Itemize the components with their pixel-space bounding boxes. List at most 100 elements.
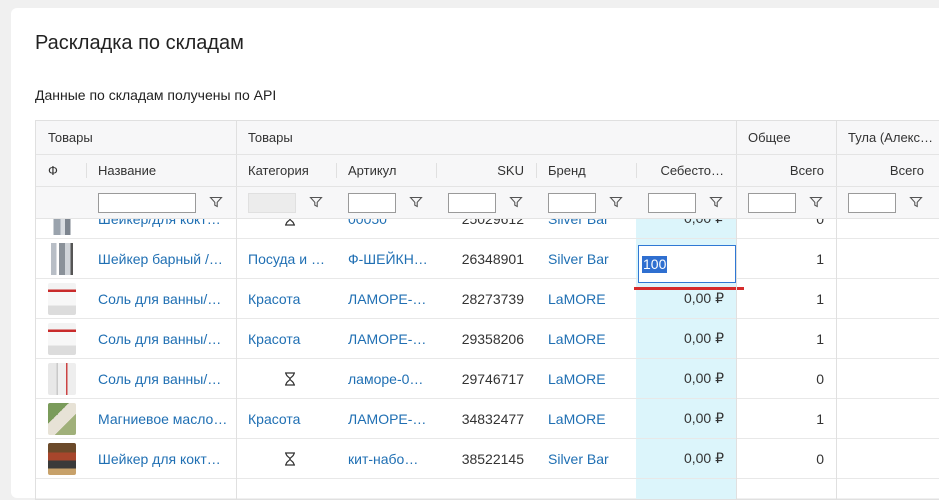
hourglass-icon [285, 371, 295, 386]
brand-filter-input[interactable] [548, 193, 596, 213]
total-filter-icon[interactable] [809, 195, 823, 209]
cost-value[interactable]: 0,00 ₽ [636, 439, 724, 478]
brand-link[interactable]: Silver Bar [548, 239, 632, 278]
page-title: Раскладка по складам [35, 32, 244, 54]
product-thumbnail-oil[interactable] [48, 403, 76, 435]
tula-filter-input[interactable] [848, 193, 896, 213]
brand-link[interactable]: LaMORE [548, 399, 632, 438]
product-thumbnail-shaker[interactable] [48, 219, 76, 235]
hourglass-icon [285, 219, 295, 226]
table-row[interactable]: Соль для ванны/… Красота ЛАМОРЕ-… 293582… [36, 319, 939, 359]
product-thumbnail-shaker-set[interactable] [48, 243, 76, 275]
cost-value[interactable]: 0,00 ₽ [636, 359, 724, 398]
column-tula-all[interactable]: Всего [836, 155, 936, 186]
article-filter-input[interactable] [348, 193, 396, 213]
sku-value: 38522145 [461, 450, 524, 467]
article-filter-icon[interactable] [409, 195, 423, 209]
category-filter-input [248, 193, 296, 213]
total-value: 0 [816, 450, 824, 467]
tula-filter-icon[interactable] [909, 195, 923, 209]
warehouse-grid: Товары Товары Общее Тула (Алекс… Ф Назва… [35, 120, 939, 500]
brand-link[interactable]: Silver Bar [548, 219, 632, 238]
brand-link[interactable]: Silver Bar [548, 439, 632, 478]
cost-value[interactable]: 0,00 ₽ [636, 219, 724, 238]
brand-link[interactable]: LaMORE [548, 279, 632, 318]
article-link[interactable]: ЛАМОРЕ-… [348, 319, 432, 358]
brand-link[interactable]: LaMORE [548, 359, 632, 398]
product-name-link[interactable]: Соль для ванны/… [98, 319, 228, 358]
product-name-link[interactable]: Шейкер/для кокт… [98, 219, 228, 238]
category-filter-icon[interactable] [309, 195, 323, 209]
cost-filter-icon[interactable] [709, 195, 723, 209]
article-link[interactable]: 00050 [348, 219, 432, 238]
cost-filter-input[interactable] [648, 193, 696, 213]
product-thumbnail-kit[interactable] [48, 443, 76, 475]
group-total: Общее [748, 130, 791, 145]
article-link[interactable]: кит-набо… [348, 439, 432, 478]
category-link[interactable]: Красота [248, 279, 332, 318]
warehouse-card: Раскладка по складам Данные по складам п… [11, 8, 939, 500]
product-name-link[interactable]: Шейкер барный /… [98, 239, 228, 278]
group-goods-1: Товары [48, 130, 93, 145]
column-total-all[interactable]: Всего [736, 155, 836, 186]
column-header-row: Ф Название Категория Артикул SKU Бренд С… [36, 155, 939, 187]
sku-filter-icon[interactable] [509, 195, 523, 209]
product-name-link[interactable]: Соль для ванны/… [98, 279, 228, 318]
column-sku[interactable]: SKU [436, 155, 536, 186]
total-value: 1 [816, 290, 824, 307]
name-filter-input[interactable] [98, 193, 196, 213]
filter-row [36, 187, 939, 219]
article-link[interactable]: ЛАМОРЕ-… [348, 399, 432, 438]
product-thumbnail-jar[interactable] [48, 323, 76, 355]
cost-value[interactable]: 0,00 ₽ [636, 279, 724, 318]
sku-value: 29746717 [461, 370, 524, 387]
sku-value: 29358206 [461, 330, 524, 347]
total-value: 1 [816, 250, 824, 267]
column-cost[interactable]: Себесто… [636, 155, 736, 186]
group-header-row: Товары Товары Общее Тула (Алекс… [36, 121, 939, 155]
product-name-link[interactable]: Магниевое масло… [98, 399, 228, 438]
sku-value: 28273739 [461, 290, 524, 307]
total-value: 1 [816, 410, 824, 427]
article-link[interactable]: ЛАМОРЕ-… [348, 279, 432, 318]
name-filter-icon[interactable] [209, 195, 223, 209]
product-name-link[interactable]: Шейкер для кокт… [98, 439, 228, 478]
table-row[interactable]: Магниевое масло… Красота ЛАМОРЕ-… 348324… [36, 399, 939, 439]
column-brand[interactable]: Бренд [536, 155, 636, 186]
column-category[interactable]: Категория [236, 155, 336, 186]
column-name[interactable]: Название [86, 155, 236, 186]
table-row[interactable]: Соль для ванны/… ламоре-0… 29746717 LaMO… [36, 359, 939, 399]
category-link[interactable]: Красота [248, 319, 332, 358]
table-row[interactable]: Шейкер/для кокт… 00050 25029612 Silver B… [36, 219, 939, 239]
product-name-link[interactable]: Соль для ванны/… [98, 359, 228, 398]
table-row[interactable]: Шейкер барный /… Посуда и … Ф-ШЕЙКН… 263… [36, 239, 939, 279]
table-row[interactable]: Шейкер для кокт… кит-набо… 38522145 Silv… [36, 439, 939, 479]
brand-filter-icon[interactable] [609, 195, 623, 209]
product-thumbnail-jar[interactable] [48, 283, 76, 315]
category-link[interactable]: Посуда и … [248, 239, 332, 278]
table-row[interactable]: Соль для ванны/… Красота ЛАМОРЕ-… 282737… [36, 279, 939, 319]
category-link[interactable] [248, 359, 332, 398]
column-article[interactable]: Артикул [336, 155, 436, 186]
api-status-text: Данные по складам получены по API [35, 87, 277, 103]
brand-link[interactable]: LaMORE [548, 319, 632, 358]
article-link[interactable]: ламоре-0… [348, 359, 432, 398]
cost-value[interactable] [636, 239, 724, 278]
cost-value[interactable]: 0,00 ₽ [636, 399, 724, 438]
cost-value[interactable]: 0,00 ₽ [636, 319, 724, 358]
product-thumbnail-jars[interactable] [48, 363, 76, 395]
sku-value: 34832477 [461, 410, 524, 427]
total-value: 0 [736, 219, 824, 238]
category-link[interactable]: Красота [248, 399, 332, 438]
sku-filter-input[interactable] [448, 193, 496, 213]
group-goods-2: Товары [248, 130, 293, 145]
sku-value: 25029612 [436, 219, 524, 238]
sku-value: 26348901 [461, 250, 524, 267]
total-filter-input[interactable] [748, 193, 796, 213]
category-link[interactable] [248, 219, 332, 238]
group-tula: Тула (Алекс… [848, 130, 934, 145]
article-link[interactable]: Ф-ШЕЙКН… [348, 239, 432, 278]
hourglass-icon [285, 451, 295, 466]
column-photo[interactable]: Ф [36, 155, 86, 186]
category-link[interactable] [248, 439, 332, 478]
